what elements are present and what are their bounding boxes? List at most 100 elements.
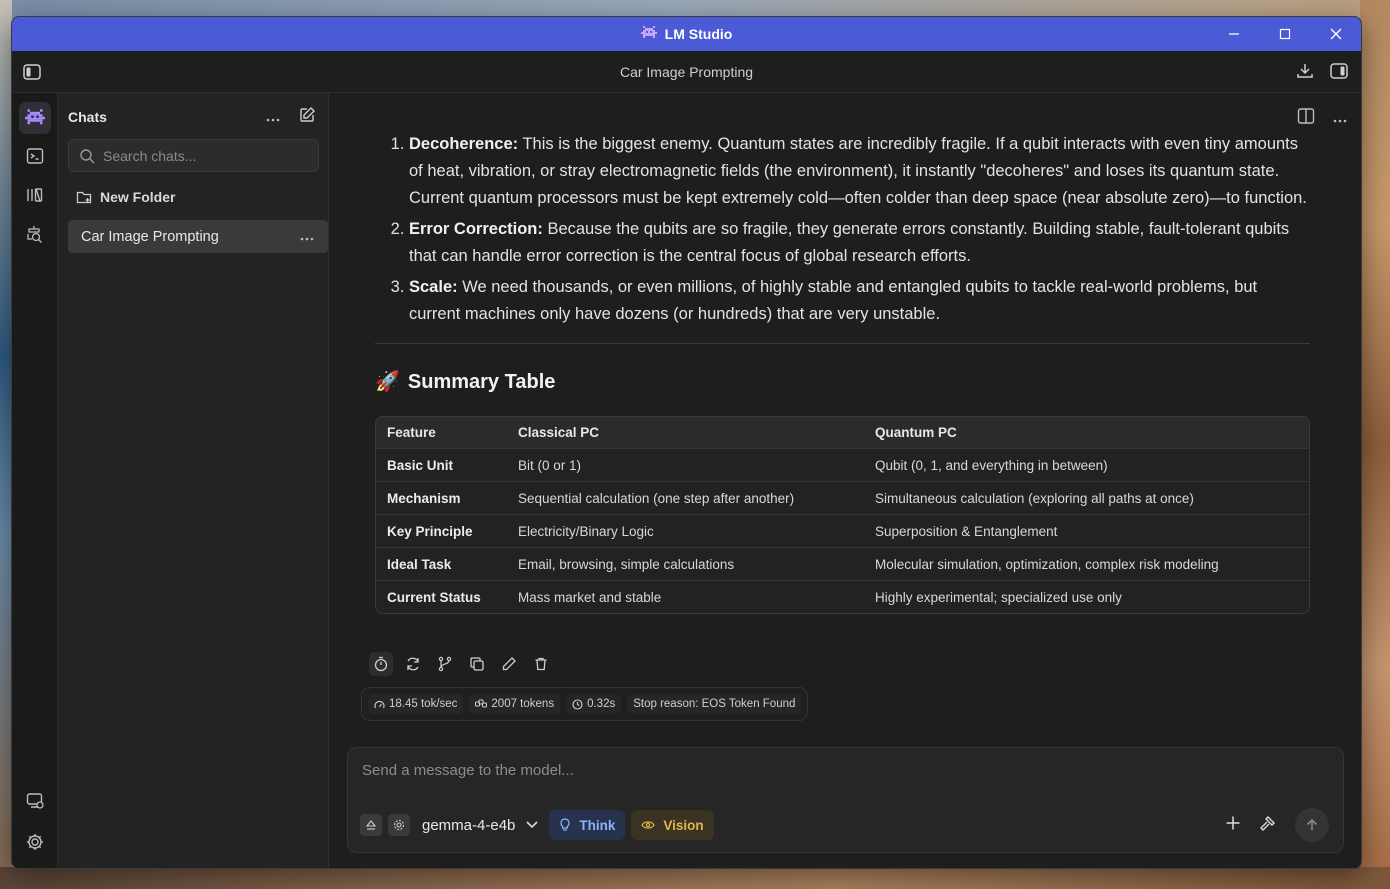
stat-tokens-value: 2007 tokens	[491, 698, 555, 710]
chat-options-button[interactable]	[1333, 110, 1347, 128]
model-selector[interactable]: gemma-4-e4b	[422, 817, 539, 834]
window-title-text: LM Studio	[664, 26, 733, 42]
library-icon	[27, 188, 43, 202]
new-folder-button[interactable]: New Folder	[76, 189, 175, 205]
chat-item-menu-button[interactable]	[300, 228, 314, 244]
table-header: Quantum PC	[864, 417, 1309, 448]
right-panel-toggle-button[interactable]	[1329, 61, 1349, 84]
stat-time: 0.32s	[566, 694, 622, 714]
search-chats-input[interactable]	[103, 147, 303, 164]
chevron-down-icon	[526, 821, 538, 829]
table-header-row: Feature Classical PC Quantum PC	[376, 417, 1309, 448]
plus-icon	[1226, 816, 1240, 829]
close-window-button[interactable]	[1310, 17, 1361, 51]
search-icon	[80, 148, 95, 163]
chat-item-car-image-prompting[interactable]: Car Image Prompting	[68, 220, 328, 253]
chat-title: Car Image Prompting	[619, 63, 754, 80]
table-row: Mechanism Sequential calculation (one st…	[376, 481, 1309, 514]
list-item: Decoherence: This is the biggest enemy. …	[409, 131, 1310, 212]
stat-tokens: 2007 tokens	[469, 694, 561, 714]
model-settings-button[interactable]	[388, 814, 410, 836]
toggle-sidebar-button[interactable]	[22, 62, 42, 85]
stat-stop-reason-value: Stop reason: EOS Token Found	[633, 698, 796, 710]
rail-discover-button[interactable]	[19, 218, 51, 250]
trash-icon	[535, 657, 547, 671]
split-view-icon	[1297, 108, 1315, 124]
settings-gear-icon	[27, 834, 43, 850]
send-button[interactable]	[1295, 808, 1329, 842]
stat-time-value: 0.32s	[587, 698, 616, 710]
attach-button[interactable]	[1225, 815, 1241, 836]
split-view-button[interactable]	[1297, 107, 1315, 130]
sidebar-toggle-icon	[23, 64, 41, 80]
table-cell: Simultaneous calculation (exploring all …	[864, 481, 1309, 514]
maximize-icon	[1279, 28, 1290, 40]
chat-toolbar: Car Image Prompting	[12, 51, 1361, 93]
message-actions	[369, 652, 553, 676]
table-cell: Ideal Task	[376, 547, 507, 580]
summary-heading-text: Summary Table	[407, 371, 556, 393]
timing-button[interactable]	[369, 652, 393, 676]
tokens-icon	[475, 699, 488, 708]
rail-chat-button[interactable]	[19, 102, 51, 134]
branch-button[interactable]	[433, 652, 457, 676]
more-dots-icon	[266, 118, 280, 121]
rail-models-button[interactable]	[19, 179, 51, 211]
new-chat-edit-icon	[300, 106, 315, 122]
summary-heading: 🚀 Summary Table	[375, 369, 1310, 396]
table-cell: Current Status	[376, 580, 507, 613]
new-chat-button[interactable]	[298, 106, 316, 129]
regenerate-button[interactable]	[401, 652, 425, 676]
list-item-term: Decoherence:	[409, 135, 519, 153]
discover-search-icon	[27, 226, 42, 243]
delete-button[interactable]	[529, 652, 553, 676]
rail-server-button[interactable]	[19, 785, 51, 817]
message-input[interactable]	[362, 762, 1262, 786]
table-header: Classical PC	[507, 417, 864, 448]
app-window: LM Studio Car Image Prompting Chats Sear…	[11, 16, 1362, 869]
vision-toggle[interactable]: Vision	[631, 810, 714, 840]
table-cell: Basic Unit	[376, 448, 507, 481]
minimize-icon	[1228, 33, 1239, 35]
rail-settings-button[interactable]	[19, 826, 51, 858]
eject-icon	[365, 820, 377, 830]
table-cell: Email, browsing, simple calculations	[507, 547, 864, 580]
nav-rail	[12, 93, 58, 868]
table-cell: Mechanism	[376, 481, 507, 514]
lm-studio-logo-icon	[640, 25, 657, 43]
list-item: Scale: We need thousands, or even millio…	[409, 274, 1310, 328]
generation-stats: 18.45 tok/sec 2007 tokens 0.32s Stop rea…	[361, 687, 809, 721]
stat-stop-reason: Stop reason: EOS Token Found	[627, 694, 802, 714]
minimize-button[interactable]	[1208, 17, 1259, 51]
table-cell: Bit (0 or 1)	[507, 448, 864, 481]
rail-developer-button[interactable]	[19, 140, 51, 172]
table-row: Current Status Mass market and stable Hi…	[376, 580, 1309, 613]
search-chats-box[interactable]	[68, 139, 319, 172]
edit-button[interactable]	[497, 652, 521, 676]
download-button[interactable]	[1295, 61, 1315, 84]
maximize-button[interactable]	[1259, 17, 1310, 51]
regenerate-icon	[407, 657, 419, 671]
list-item: Error Correction: Because the qubits are…	[409, 216, 1310, 270]
table-cell: Electricity/Binary Logic	[507, 514, 864, 547]
right-panel-icon	[1330, 63, 1348, 79]
table-cell: Qubit (0, 1, and everything in between)	[864, 448, 1309, 481]
tools-button[interactable]	[1259, 814, 1277, 837]
summary-table: Feature Classical PC Quantum PC Basic Un…	[375, 416, 1310, 614]
message-composer: gemma-4-e4b Think Vision	[347, 747, 1344, 853]
vision-label: Vision	[663, 817, 704, 833]
lightbulb-icon	[560, 818, 570, 831]
list-item-text: This is the biggest enemy. Quantum state…	[409, 135, 1307, 207]
stat-speed: 18.45 tok/sec	[368, 694, 464, 714]
arrow-up-icon	[1306, 818, 1318, 830]
list-item-term: Error Correction:	[409, 220, 543, 238]
window-title: LM Studio	[640, 25, 733, 43]
eject-model-button[interactable]	[360, 814, 382, 836]
think-toggle[interactable]: Think	[549, 810, 626, 840]
chats-more-button[interactable]	[266, 109, 280, 126]
chat-item-label: Car Image Prompting	[81, 228, 219, 245]
table-header: Feature	[376, 417, 507, 448]
copy-button[interactable]	[465, 652, 489, 676]
hammer-icon	[1260, 815, 1275, 831]
list-item-text: We need thousands, or even millions, of …	[409, 278, 1258, 323]
